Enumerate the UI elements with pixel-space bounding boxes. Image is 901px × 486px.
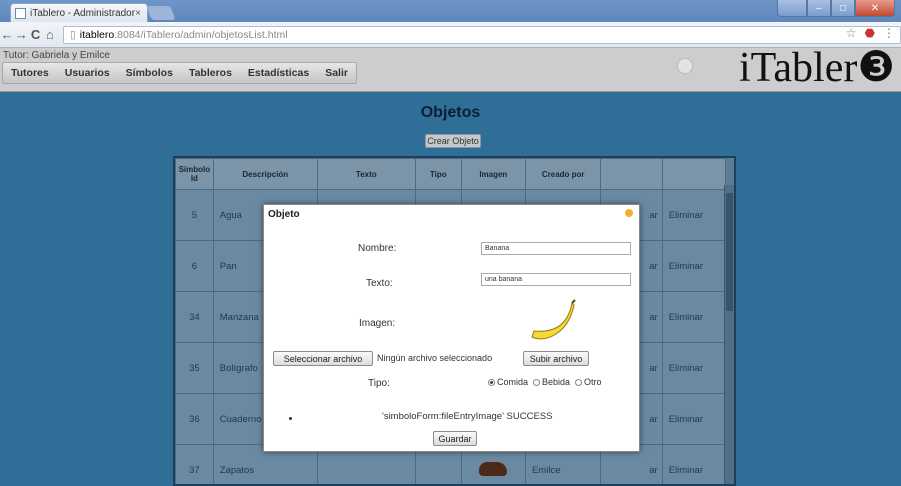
- favicon-icon: [15, 7, 26, 19]
- menu-item-salir[interactable]: Salir: [317, 63, 356, 83]
- page-title: Objetos: [420, 104, 481, 121]
- nombre-label: Nombre:: [358, 243, 397, 254]
- table-header-row: Símbolo Id Descripción Texto Tipo Imagen…: [175, 158, 727, 190]
- column-header: Imagen: [460, 158, 526, 190]
- radio-bebida[interactable]: Bebida: [533, 377, 570, 387]
- home-icon[interactable]: ⌂: [43, 27, 57, 42]
- banana-image: [531, 299, 576, 340]
- tipo-radio-group: Comida Bebida Otro: [488, 377, 602, 387]
- radio-comida[interactable]: Comida: [488, 377, 528, 387]
- radio-button-icon[interactable]: [533, 379, 541, 387]
- column-header[interactable]: Tipo: [414, 158, 462, 190]
- dialog-header: Objeto: [264, 205, 639, 223]
- scrollbar-thumb[interactable]: [726, 193, 733, 311]
- url-host: itablero: [79, 28, 115, 41]
- column-header[interactable]: Texto: [316, 158, 416, 190]
- radio-button-icon[interactable]: [488, 379, 495, 387]
- shoe-icon: [479, 461, 508, 476]
- delete-link[interactable]: Eliminar: [661, 240, 727, 292]
- adblock-icon[interactable]: ⬣: [865, 26, 875, 40]
- radio-otro[interactable]: Otro: [575, 377, 602, 387]
- column-header: [661, 158, 727, 190]
- minimize-button[interactable]: –: [807, 0, 831, 17]
- delete-link[interactable]: Eliminar: [661, 444, 727, 484]
- menu-item-tableros[interactable]: Tableros: [181, 63, 240, 83]
- reload-icon[interactable]: C: [29, 27, 43, 42]
- tutor-label: Tutor: Gabriela y Emilce: [3, 50, 110, 61]
- maximize-button[interactable]: □: [831, 0, 855, 17]
- delete-link[interactable]: Eliminar: [661, 342, 727, 394]
- new-tab-button[interactable]: [146, 6, 176, 20]
- objeto-dialog: Objeto Nombre: Banana Texto: una banana …: [263, 204, 640, 452]
- column-header[interactable]: Creado por: [524, 158, 602, 190]
- cell-id: 5: [175, 189, 214, 241]
- address-bar[interactable]: ▯ itablero :8084/iTablero/admin/objetosL…: [63, 25, 901, 44]
- menu-item-estadisticas[interactable]: Estadísticas: [240, 63, 317, 83]
- cell-id: 34: [175, 291, 214, 343]
- window-controls: – □ ✕: [777, 0, 895, 18]
- delete-link[interactable]: Eliminar: [661, 291, 727, 343]
- browser-tab[interactable]: iTablero - Administrador ×: [10, 3, 148, 22]
- toolbar-actions: ☆ ⬣ ⋮: [846, 26, 895, 40]
- main-menu: Tutores Usuarios Símbolos Tableros Estad…: [2, 62, 357, 84]
- dialog-title: Objeto: [268, 208, 300, 220]
- texto-label: Texto:: [366, 278, 393, 289]
- cell-id: 37: [175, 444, 214, 484]
- column-header[interactable]: Símbolo Id: [175, 158, 214, 190]
- back-icon[interactable]: ←: [0, 27, 14, 42]
- create-object-button[interactable]: Crear Objeto: [425, 134, 481, 148]
- app-logo: iTabler❸: [739, 45, 895, 91]
- status-bullet: [289, 417, 292, 420]
- tools-icon[interactable]: ⋮: [883, 26, 895, 40]
- window-close-button[interactable]: ✕: [855, 0, 895, 17]
- no-file-text: Ningún archivo seleccionado: [377, 353, 493, 363]
- url-path: :8084/iTablero/admin/objetosList.html: [114, 28, 288, 41]
- browser-titlebar: iTablero - Administrador × – □ ✕: [0, 0, 901, 22]
- dialog-close-icon[interactable]: [625, 209, 633, 217]
- forward-icon[interactable]: →: [14, 27, 28, 42]
- save-button[interactable]: Guardar: [433, 431, 477, 446]
- radio-label: Comida: [497, 377, 529, 387]
- select-file-button[interactable]: Seleccionar archivo: [273, 351, 373, 366]
- tipo-label: Tipo:: [368, 378, 390, 389]
- menu-item-tutores[interactable]: Tutores: [3, 63, 57, 83]
- texto-field[interactable]: una banana: [481, 273, 631, 286]
- imagen-label: Imagen:: [359, 318, 396, 329]
- page-icon: ▯: [70, 28, 76, 41]
- logo-dot: [677, 58, 693, 74]
- radio-label: Otro: [584, 377, 602, 387]
- radio-label: Bebida: [542, 377, 571, 387]
- delete-link[interactable]: Eliminar: [661, 189, 727, 241]
- menu-item-simbolos[interactable]: Símbolos: [118, 63, 181, 83]
- table-scrollbar[interactable]: [724, 185, 734, 484]
- nombre-field[interactable]: Banana: [481, 242, 631, 255]
- upload-file-button[interactable]: Subir archivo: [523, 351, 589, 366]
- radio-button-icon[interactable]: [575, 379, 583, 387]
- status-message: 'simboloForm:fileEntryImage' SUCCESS: [382, 411, 553, 422]
- cell-id: 36: [175, 393, 214, 445]
- cell-id: 35: [175, 342, 214, 394]
- delete-link[interactable]: Eliminar: [661, 393, 727, 445]
- tab-close-icon[interactable]: ×: [135, 8, 141, 19]
- menu-item-usuarios[interactable]: Usuarios: [57, 63, 118, 83]
- cell-id: 6: [175, 240, 214, 292]
- column-header: [600, 158, 663, 190]
- tab-title: iTablero - Administrador: [30, 7, 136, 19]
- column-header[interactable]: Descripción: [212, 158, 318, 190]
- user-icon[interactable]: [777, 0, 807, 17]
- bookmark-star-icon[interactable]: ☆: [846, 26, 857, 40]
